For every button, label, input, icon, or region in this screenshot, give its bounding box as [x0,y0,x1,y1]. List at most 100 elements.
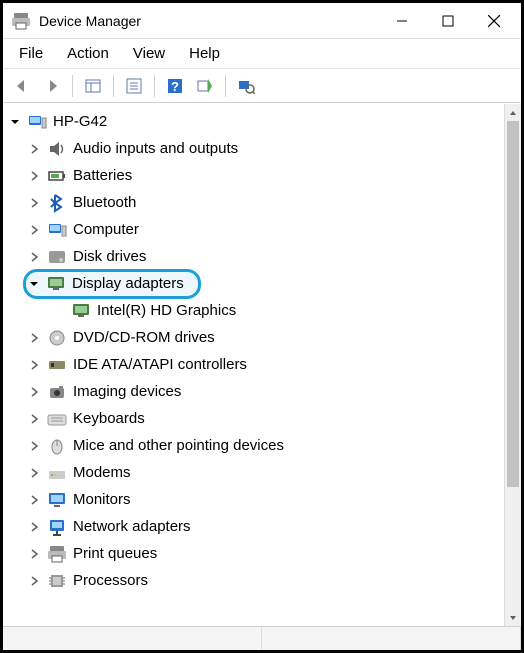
battery-icon [47,166,67,186]
back-button[interactable] [8,72,36,100]
tree-item-computer[interactable]: Computer [3,216,504,243]
item-label: Computer [73,221,139,238]
monitor-icon [47,490,67,510]
computer-icon [27,112,47,132]
item-label: Audio inputs and outputs [73,140,238,157]
expand-icon[interactable] [27,384,43,400]
expand-icon[interactable] [27,249,43,265]
scroll-thumb[interactable] [507,121,519,487]
tree-item-intel-hd-graphics[interactable]: Intel(R) HD Graphics [3,297,504,324]
tree-root-label: HP-G42 [53,113,107,130]
item-label: Mice and other pointing devices [73,437,284,454]
action-button[interactable] [191,72,219,100]
forward-button[interactable] [38,72,66,100]
item-label: IDE ATA/ATAPI controllers [73,356,247,373]
expand-icon[interactable] [27,438,43,454]
tree-item-keyboards[interactable]: Keyboards [3,405,504,432]
app-icon [11,11,31,31]
device-tree[interactable]: HP-G42 Audio inputs and outputs Batterie… [3,104,504,626]
item-label: Modems [73,464,131,481]
scroll-down-icon[interactable] [505,609,521,626]
close-button[interactable] [471,5,517,37]
expand-icon[interactable] [27,195,43,211]
expand-icon[interactable] [27,168,43,184]
expand-icon[interactable] [27,519,43,535]
item-label: Keyboards [73,410,145,427]
expand-icon[interactable] [27,465,43,481]
collapse-icon[interactable] [26,276,42,292]
item-label: Display adapters [72,275,184,292]
tree-item-audio[interactable]: Audio inputs and outputs [3,135,504,162]
expand-icon[interactable] [27,546,43,562]
item-label: Processors [73,572,148,589]
item-label: Network adapters [73,518,191,535]
toolbar-separator [113,75,114,97]
tree-item-display-adapters[interactable]: Display adapters [3,270,504,297]
expand-icon[interactable] [27,492,43,508]
toolbar: ? [3,69,521,103]
disk-icon [47,247,67,267]
titlebar: Device Manager [3,3,521,39]
expand-icon[interactable] [7,114,23,130]
keyboard-icon [47,409,67,429]
properties-button[interactable] [120,72,148,100]
scroll-up-icon[interactable] [505,104,521,121]
bluetooth-icon [47,193,67,213]
item-label: Imaging devices [73,383,181,400]
tree-item-mice[interactable]: Mice and other pointing devices [3,432,504,459]
audio-icon [47,139,67,159]
item-label: Batteries [73,167,132,184]
tree-item-print-queues[interactable]: Print queues [3,540,504,567]
scan-hardware-button[interactable] [232,72,260,100]
toolbar-separator [225,75,226,97]
imaging-icon [47,382,67,402]
menu-help[interactable]: Help [179,43,230,64]
item-label: Print queues [73,545,157,562]
expand-icon[interactable] [27,141,43,157]
network-icon [47,517,67,537]
menu-action[interactable]: Action [57,43,119,64]
tree-item-modems[interactable]: Modems [3,459,504,486]
item-label: Monitors [73,491,131,508]
scroll-track[interactable] [505,121,521,609]
help-button[interactable]: ? [161,72,189,100]
dvd-icon [47,328,67,348]
show-hide-console-button[interactable] [79,72,107,100]
expand-icon[interactable] [27,222,43,238]
expand-icon[interactable] [27,411,43,427]
statusbar [3,626,521,650]
maximize-button[interactable] [425,5,471,37]
expand-spacer [51,303,67,319]
item-label: Intel(R) HD Graphics [97,302,236,319]
printer-icon [47,544,67,564]
menubar: File Action View Help [3,39,521,69]
display-icon [71,301,91,321]
tree-item-disk-drives[interactable]: Disk drives [3,243,504,270]
menu-file[interactable]: File [9,43,53,64]
item-label: DVD/CD-ROM drives [73,329,215,346]
menu-view[interactable]: View [123,43,175,64]
tree-item-bluetooth[interactable]: Bluetooth [3,189,504,216]
highlight-ring: Display adapters [23,269,201,299]
vertical-scrollbar[interactable] [504,104,521,626]
expand-icon[interactable] [27,330,43,346]
computer-icon [47,220,67,240]
item-label: Disk drives [73,248,146,265]
tree-item-imaging[interactable]: Imaging devices [3,378,504,405]
tree-root[interactable]: HP-G42 [3,108,504,135]
modem-icon [47,463,67,483]
tree-item-processors[interactable]: Processors [3,567,504,594]
tree-item-dvd[interactable]: DVD/CD-ROM drives [3,324,504,351]
expand-icon[interactable] [27,573,43,589]
toolbar-separator [72,75,73,97]
expand-icon[interactable] [27,357,43,373]
tree-item-ide[interactable]: IDE ATA/ATAPI controllers [3,351,504,378]
window-title: Device Manager [39,13,379,29]
ide-icon [47,355,67,375]
tree-item-batteries[interactable]: Batteries [3,162,504,189]
tree-item-monitors[interactable]: Monitors [3,486,504,513]
tree-item-network[interactable]: Network adapters [3,513,504,540]
svg-text:?: ? [171,79,179,94]
toolbar-separator [154,75,155,97]
minimize-button[interactable] [379,5,425,37]
